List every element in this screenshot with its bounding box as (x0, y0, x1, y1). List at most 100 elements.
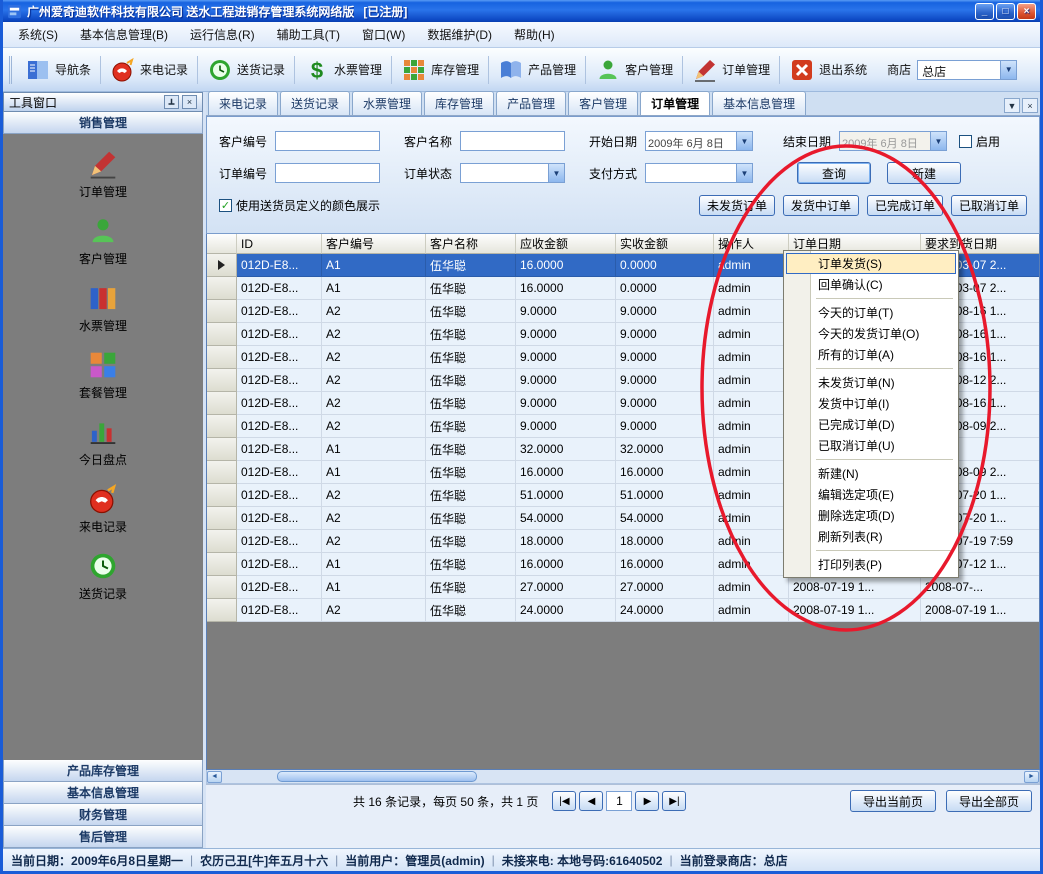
grid-cell[interactable]: admin (714, 277, 789, 300)
enable-checkbox[interactable] (959, 135, 972, 148)
grid-cell[interactable]: 伍华聪 (426, 392, 516, 415)
pay-method-combobox[interactable]: ▼ (645, 163, 753, 183)
grid-cell[interactable]: 012D-E8... (237, 599, 322, 622)
tab-0[interactable]: 来电记录 (208, 91, 278, 115)
context-menu-item-8[interactable]: 发货中订单(I) (786, 393, 956, 414)
chevron-down-icon[interactable]: ▼ (548, 164, 564, 182)
grid-cell[interactable]: 2008-07-19 1... (789, 599, 921, 622)
menu-item-3[interactable]: 辅助工具(T) (266, 22, 351, 47)
row-header-cell[interactable] (207, 576, 237, 599)
tab-close-icon[interactable]: × (1022, 98, 1038, 113)
sidebar-section-3[interactable]: 售后管理 (3, 826, 203, 848)
maximize-button[interactable]: □ (996, 3, 1015, 20)
grid-cell[interactable]: 9.0000 (616, 369, 714, 392)
tab-2[interactable]: 水票管理 (352, 91, 422, 115)
context-menu-item-14[interactable]: 删除选定项(D) (786, 505, 956, 526)
grid-cell[interactable]: A1 (322, 576, 426, 599)
sidebar-item-5[interactable]: 来电记录 (79, 483, 127, 535)
grid-cell[interactable]: A2 (322, 530, 426, 553)
grid-cell[interactable]: 9.0000 (516, 323, 616, 346)
grid-cell[interactable]: 伍华聪 (426, 369, 516, 392)
minimize-button[interactable]: _ (975, 3, 994, 20)
grid-cell[interactable]: 32.0000 (516, 438, 616, 461)
toolbar-button-3[interactable]: $水票管理 (298, 55, 388, 85)
grid-cell[interactable]: 0.0000 (616, 254, 714, 277)
grid-cell[interactable]: 012D-E8... (237, 300, 322, 323)
menu-item-5[interactable]: 数据维护(D) (416, 22, 503, 47)
export-all-pages-button[interactable]: 导出全部页 (946, 790, 1032, 812)
grid-cell[interactable]: 0.0000 (616, 277, 714, 300)
tab-6[interactable]: 订单管理 (640, 91, 710, 115)
scroll-right-icon[interactable]: ► (1024, 771, 1039, 783)
prev-page-button[interactable]: ◀ (579, 791, 603, 811)
order-no-input[interactable] (275, 163, 380, 183)
grid-cell[interactable]: 9.0000 (616, 323, 714, 346)
row-header-cell[interactable] (207, 300, 237, 323)
tab-list-chevron-icon[interactable]: ▼ (1004, 98, 1020, 113)
toolbar-button-6[interactable]: 客户管理 (589, 55, 679, 85)
grid-cell[interactable]: A1 (322, 553, 426, 576)
row-header-cell[interactable] (207, 484, 237, 507)
grid-cell[interactable]: admin (714, 553, 789, 576)
grid-cell[interactable]: 012D-E8... (237, 346, 322, 369)
row-header-cell[interactable] (207, 553, 237, 576)
next-page-button[interactable]: ▶ (635, 791, 659, 811)
grid-cell[interactable]: 51.0000 (616, 484, 714, 507)
grid-cell[interactable]: 18.0000 (516, 530, 616, 553)
grid-cell[interactable]: 012D-E8... (237, 415, 322, 438)
delivery-color-checkbox[interactable]: ✓ (219, 199, 232, 212)
status-filter-button-3[interactable]: 已取消订单 (951, 195, 1027, 216)
grid-cell[interactable]: 012D-E8... (237, 438, 322, 461)
sidebar-item-3[interactable]: 套餐管理 (79, 349, 127, 401)
grid-header-4[interactable]: 实收金额 (616, 234, 714, 254)
scrollbar-thumb[interactable] (277, 771, 477, 782)
grid-cell[interactable]: A2 (322, 346, 426, 369)
context-menu-item-4[interactable]: 今天的发货订单(O) (786, 323, 956, 344)
grid-cell[interactable]: 18.0000 (616, 530, 714, 553)
grid-cell[interactable]: A2 (322, 484, 426, 507)
grid-cell[interactable]: 伍华聪 (426, 484, 516, 507)
grid-cell[interactable]: admin (714, 461, 789, 484)
grid-header-1[interactable]: 客户编号 (322, 234, 426, 254)
sidebar-item-1[interactable]: 客户管理 (79, 215, 127, 267)
pin-icon[interactable] (164, 95, 179, 109)
context-menu-item-15[interactable]: 刷新列表(R) (786, 526, 956, 547)
grid-cell[interactable]: A1 (322, 277, 426, 300)
close-icon[interactable]: × (182, 95, 197, 109)
toolbar-button-1[interactable]: 来电记录 (104, 55, 194, 85)
grid-cell[interactable]: 伍华聪 (426, 553, 516, 576)
row-header-cell[interactable] (207, 392, 237, 415)
grid-cell[interactable]: admin (714, 415, 789, 438)
grid-cell[interactable]: admin (714, 369, 789, 392)
grid-cell[interactable]: A2 (322, 599, 426, 622)
grid-cell[interactable]: 16.0000 (516, 277, 616, 300)
tab-1[interactable]: 送货记录 (280, 91, 350, 115)
table-row[interactable]: 012D-E8...A1伍华聪27.000027.0000admin2008-0… (207, 576, 1039, 599)
chevron-down-icon[interactable]: ▼ (736, 164, 752, 182)
grid-cell[interactable]: admin (714, 323, 789, 346)
row-header-cell[interactable] (207, 369, 237, 392)
new-button[interactable]: 新建 (887, 162, 961, 184)
grid-cell[interactable]: admin (714, 438, 789, 461)
status-filter-button-1[interactable]: 发货中订单 (783, 195, 859, 216)
scroll-left-icon[interactable]: ◄ (207, 771, 222, 783)
toolbar-button-0[interactable]: 导航条 (19, 55, 97, 85)
grid-cell[interactable]: 54.0000 (516, 507, 616, 530)
status-filter-button-2[interactable]: 已完成订单 (867, 195, 943, 216)
grid-cell[interactable]: 012D-E8... (237, 553, 322, 576)
grid-cell[interactable]: A2 (322, 507, 426, 530)
row-header-cell[interactable] (207, 323, 237, 346)
grid-cell[interactable]: 伍华聪 (426, 277, 516, 300)
grid-cell[interactable]: 16.0000 (516, 461, 616, 484)
grid-cell[interactable]: A1 (322, 461, 426, 484)
grid-cell[interactable]: 9.0000 (616, 392, 714, 415)
grid-cell[interactable]: 2008-07-19 1... (789, 576, 921, 599)
grid-header-2[interactable]: 客户名称 (426, 234, 516, 254)
grid-cell[interactable]: admin (714, 300, 789, 323)
grid-cell[interactable]: 51.0000 (516, 484, 616, 507)
grid-cell[interactable]: 012D-E8... (237, 254, 322, 277)
grid-cell[interactable]: 伍华聪 (426, 300, 516, 323)
grid-cell[interactable]: 16.0000 (516, 254, 616, 277)
grid-cell[interactable]: admin (714, 346, 789, 369)
grid-cell[interactable]: 伍华聪 (426, 438, 516, 461)
